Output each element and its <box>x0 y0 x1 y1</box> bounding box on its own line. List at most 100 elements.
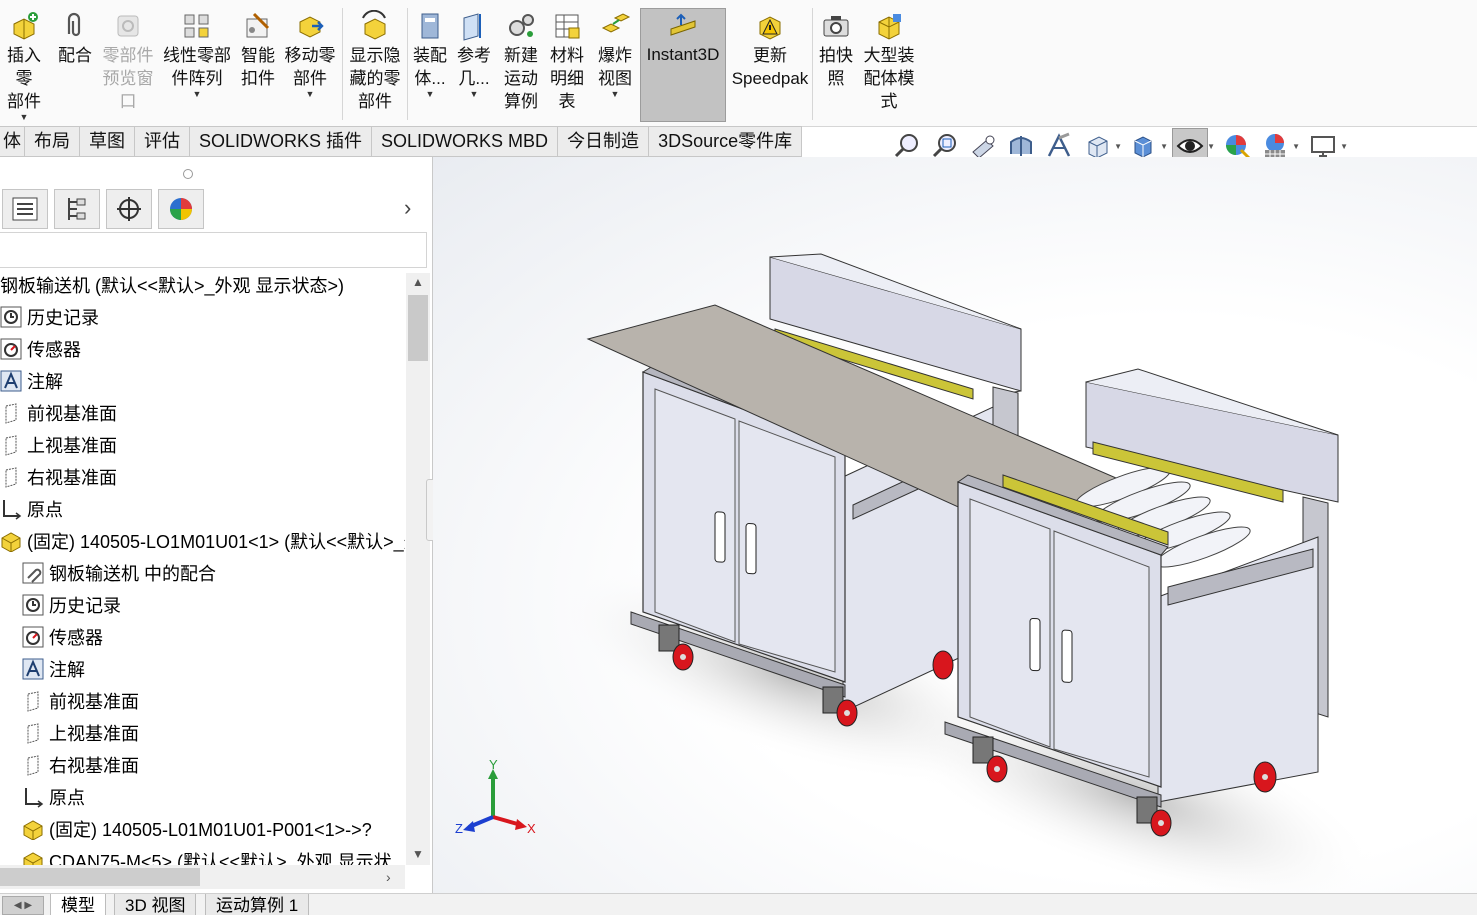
x-axis-label: X <box>527 821 536 836</box>
chevron-down-icon[interactable]: ▼ <box>611 89 620 99</box>
component-preview-label: 零部件 预览窗 口 <box>102 46 154 111</box>
tree-row[interactable]: 钢板输送机 (默认<<默认>_外观 显示状态>) <box>0 269 344 301</box>
sensor-icon <box>0 338 22 360</box>
property-manager-tab[interactable] <box>54 189 100 229</box>
tree-row[interactable]: 原点 <box>22 781 85 813</box>
snapshot-button[interactable]: 拍快 照 <box>816 10 856 90</box>
appearance-sphere-icon <box>1226 135 1251 160</box>
scroll-up-icon[interactable]: ▲ <box>412 275 424 289</box>
chevron-down-icon[interactable]: ▼ <box>1160 142 1168 151</box>
chevron-down-icon[interactable]: ▼ <box>426 89 435 99</box>
tree-horizontal-scrollbar[interactable]: › <box>0 865 405 889</box>
move-component-button[interactable]: 移动零 部件 ▼ <box>282 10 338 99</box>
graphics-area[interactable]: Y X Z <box>433 157 1477 893</box>
panel-splitter-handle[interactable] <box>183 169 193 179</box>
tree-row-label: 钢板输送机 (默认<<默认>_外观 显示状态>) <box>0 276 345 296</box>
chevron-down-icon[interactable]: ▼ <box>1340 142 1348 151</box>
chevron-down-icon[interactable]: ▼ <box>20 112 29 122</box>
feature-manager-tab[interactable] <box>2 189 48 229</box>
bottom-tabs: ◀ ▶ 模型 3D 视图 运动算例 1 <box>0 893 1477 915</box>
crosshair-icon <box>117 197 141 221</box>
tree-row[interactable]: CDAN75-M<5> (默认<<默认>_外观 显示状 <box>22 845 392 865</box>
tab-today-manufacturing[interactable]: 今日制造 <box>558 126 650 157</box>
annotation-icon <box>0 370 22 392</box>
tree-row[interactable]: 钢板输送机 中的配合 <box>22 557 216 589</box>
tree-row[interactable]: 上视基准面 <box>22 717 139 749</box>
chevron-down-icon[interactable]: ▼ <box>1292 142 1300 151</box>
tree-row-label: 前视基准面 <box>49 692 139 712</box>
tree-row[interactable]: 传感器 <box>0 333 81 365</box>
annotation-icon <box>22 658 44 680</box>
tab-scroll-buttons[interactable]: ◀ ▶ <box>2 896 44 915</box>
tab-sketch[interactable]: 草图 <box>80 126 135 157</box>
conveyor-assembly-model[interactable] <box>433 157 1477 893</box>
large-assembly-mode-button[interactable]: 大型装 配体模 式 <box>860 10 918 113</box>
panel-tabs: › <box>0 189 430 229</box>
insert-component-button[interactable]: 插入零 部件 ▼ <box>0 10 48 122</box>
chevron-down-icon[interactable]: ▼ <box>193 89 202 99</box>
bill-of-materials-button[interactable]: 材料 明细 表 <box>546 10 588 113</box>
tree-row[interactable]: 历史记录 <box>0 301 99 333</box>
tree-vertical-scrollbar[interactable]: ▲ ▼ <box>406 273 430 865</box>
scroll-down-icon[interactable]: ▼ <box>412 847 424 861</box>
display-manager-tab[interactable] <box>158 189 204 229</box>
tree-row[interactable]: 右视基准面 <box>22 749 139 781</box>
display-style-icon <box>1134 136 1152 158</box>
tab-solidworks-mbd[interactable]: SOLIDWORKS MBD <box>372 126 559 157</box>
reference-geometry-button[interactable]: 参考 几... ▼ <box>454 10 494 99</box>
tree-filter-box[interactable] <box>0 232 427 268</box>
tree-row[interactable]: 注解 <box>22 653 85 685</box>
feature-tree-icon <box>12 197 38 221</box>
scrollbar-thumb[interactable] <box>0 868 200 886</box>
tree-row[interactable]: 上视基准面 <box>0 429 117 461</box>
linear-pattern-button[interactable]: 线性零部 件阵列 ▼ <box>160 10 234 99</box>
tree-row[interactable]: 历史记录 <box>22 589 121 621</box>
tree-row[interactable]: (固定) 140505-L01M01U01-P001<1>->? <box>22 813 372 845</box>
scrollbar-thumb[interactable] <box>408 295 428 361</box>
instant3d-button[interactable]: Instant3D <box>640 8 726 122</box>
mate-button[interactable]: 配合 <box>54 10 96 67</box>
tab-solidworks-addins[interactable]: SOLIDWORKS 插件 <box>190 126 373 157</box>
component-preview-button[interactable]: 零部件 预览窗 口 <box>100 10 156 113</box>
component-icon <box>23 820 43 840</box>
tree-row-label: CDAN75-M<5> (默认<<默认>_外观 显示状 <box>49 852 392 865</box>
show-hidden-components-button[interactable]: 显示隐 藏的零 部件 <box>346 10 404 113</box>
chevron-down-icon[interactable]: ▼ <box>1207 142 1215 151</box>
tree-row[interactable]: (固定) 140505-LO1M01U01<1> (默认<<默认>_外观 <box>0 525 405 557</box>
show-hidden-icon <box>362 10 386 40</box>
history-icon <box>0 306 22 328</box>
tree-row-label: 上视基准面 <box>49 724 139 744</box>
tree-row[interactable]: 注解 <box>0 365 63 397</box>
insert-component-icon <box>13 12 38 40</box>
exploded-view-button[interactable]: 爆炸 视图 ▼ <box>594 10 636 99</box>
tab-assembly[interactable]: 体 <box>0 126 25 157</box>
tree-row[interactable]: 前视基准面 <box>22 685 139 717</box>
assembly-features-button[interactable]: 装配 体... ▼ <box>410 10 450 99</box>
tab-layout[interactable]: 布局 <box>25 126 80 157</box>
tab-model[interactable]: 模型 <box>50 894 106 915</box>
new-motion-study-button[interactable]: 新建 运动 算例 <box>500 10 542 113</box>
tree-row-label: 前视基准面 <box>27 404 117 424</box>
chevron-down-icon[interactable]: ▼ <box>1114 142 1122 151</box>
tree-row[interactable]: 右视基准面 <box>0 461 117 493</box>
smart-fasteners-button[interactable]: 智能 扣件 <box>238 10 278 90</box>
tab-3dsource-library[interactable]: 3DSource零件库 <box>649 126 803 157</box>
chevron-down-icon[interactable]: ▼ <box>306 89 315 99</box>
tab-evaluate[interactable]: 评估 <box>135 126 190 157</box>
plane-icon <box>27 755 39 776</box>
update-speedpak-button[interactable]: 更新 Speedpak <box>730 10 810 90</box>
tree-row[interactable]: 原点 <box>0 493 63 525</box>
chevron-right-icon[interactable]: › <box>404 195 411 221</box>
axis-triad-icon <box>463 769 527 832</box>
tab-3d-views[interactable]: 3D 视图 <box>114 894 197 915</box>
configuration-manager-tab[interactable] <box>106 189 152 229</box>
plane-icon <box>5 467 17 488</box>
chevron-down-icon[interactable]: ▼ <box>470 89 479 99</box>
ribbon-separator <box>407 8 408 120</box>
tab-motion-study-1[interactable]: 运动算例 1 <box>205 894 310 915</box>
tree-row[interactable]: 传感器 <box>22 621 103 653</box>
scroll-right-icon[interactable]: › <box>386 869 391 885</box>
tree-row[interactable]: 前视基准面 <box>0 397 117 429</box>
preview-window-icon <box>117 15 139 37</box>
monitor-icon <box>1311 136 1335 157</box>
